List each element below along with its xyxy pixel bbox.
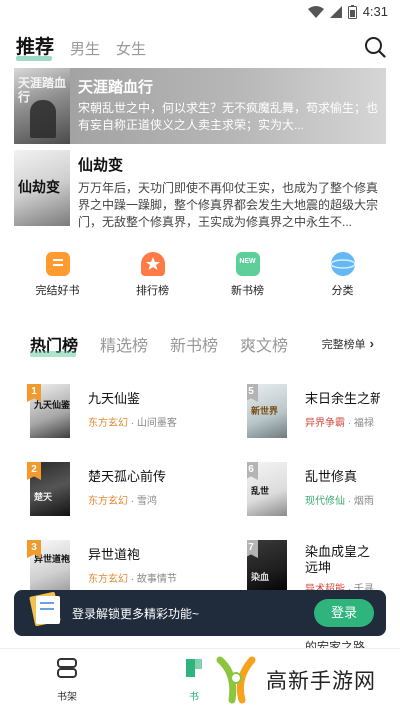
- book-author: 烟雨: [353, 496, 374, 507]
- rank-item-5[interactable]: 新世界 5 末日余生之新 异界争霸 · 福禄: [247, 384, 380, 438]
- bookstore-icon: [186, 659, 202, 677]
- search-icon[interactable]: [364, 36, 386, 58]
- book-stack-icon: [29, 591, 61, 627]
- new-badge-icon: NEW: [235, 252, 260, 276]
- book-genre: 东方玄幻: [88, 496, 128, 507]
- book-genre: 东方玄幻: [88, 418, 128, 429]
- book-title: 染血成皇之远坤: [305, 544, 371, 575]
- tab-male[interactable]: 男生: [70, 38, 100, 59]
- category-planet-icon: [330, 252, 355, 276]
- quick-ranking[interactable]: 排行榜: [118, 252, 188, 298]
- book-title: 异世道袍: [88, 547, 141, 562]
- signal-icon: [329, 5, 342, 18]
- book-cover: 天涯踏血行: [14, 68, 70, 144]
- book-description: 宋朝乱世之中，何以求生？无不疯魔乱舞，苟求偷生；也有妄自称正道侠义之人卖主求荣；…: [78, 101, 379, 132]
- full-list-link[interactable]: 完整榜单 ›: [322, 336, 374, 352]
- featured-book-2[interactable]: 仙劫变 仙劫变 万万年后，天功门即使不再仰仗王实，也成为了整个修真界之中躁一躁脚…: [14, 150, 386, 229]
- book-meta: 现代修仙 · 烟雨: [305, 496, 374, 507]
- tab-recommend[interactable]: 推荐: [16, 32, 54, 61]
- book-meta: 异界争霸 · 福禄: [305, 418, 374, 429]
- quick-label: 完结好书: [35, 285, 80, 297]
- book-meta: 东方玄幻 · 雪鸿: [88, 496, 157, 507]
- quick-label: 分类: [331, 285, 354, 297]
- watermark-text: 高新手游网: [266, 670, 376, 693]
- full-list-label: 完整榜单: [321, 339, 366, 351]
- login-banner: 登录解锁更多精彩功能~ 登录: [14, 590, 386, 636]
- tab-hot-rank[interactable]: 热门榜: [30, 332, 78, 357]
- book-description: 万万年后，天功门即使不再仰仗王实，也成为了整个修真界之中躁一躁脚，整个修真界都会…: [78, 181, 379, 229]
- book-author: 雪鸿: [136, 496, 157, 507]
- cover-title: 仙劫变: [18, 179, 60, 195]
- book-genre: 异界争霸: [305, 418, 345, 429]
- quick-entries: 完结好书 排行榜 NEW 新书榜 分类: [0, 252, 400, 298]
- rank-tabs: 热门榜 精选榜 新书榜 爽文榜: [30, 332, 288, 357]
- book-author: 山间墨客: [136, 418, 177, 429]
- tab-female[interactable]: 女生: [116, 38, 146, 59]
- watermark: 高新手游网: [214, 652, 394, 708]
- wifi-icon: [307, 5, 324, 18]
- nav-bookshelf[interactable]: 书架: [37, 657, 97, 703]
- tab-cool-rank[interactable]: 爽文榜: [240, 332, 288, 356]
- book-title: 九天仙鉴: [88, 391, 141, 406]
- cover-title: 染血: [251, 572, 270, 582]
- cover-title: 乱世: [251, 486, 270, 496]
- watermark-logo-icon: [216, 656, 256, 704]
- rank-item-7[interactable]: 染血 7 染血成皇之远坤 异术超能 · 千寻: [247, 540, 380, 594]
- cover-figure: [30, 100, 56, 138]
- quick-new-books[interactable]: NEW 新书榜: [213, 252, 283, 298]
- book-title: 楚天孤心前传: [88, 469, 167, 484]
- chevron-right-icon: ›: [369, 336, 374, 351]
- status-icons: 4:31: [307, 4, 388, 19]
- book-title: 天涯踏血行: [78, 79, 154, 96]
- top-tabs: 推荐 男生 女生: [16, 32, 146, 61]
- quick-complete-books[interactable]: 完结好书: [23, 252, 93, 298]
- tab-new-rank[interactable]: 新书榜: [170, 332, 218, 356]
- book-title: 仙劫变: [78, 157, 124, 174]
- nav-label: 书架: [57, 692, 77, 703]
- quick-category[interactable]: 分类: [308, 252, 378, 298]
- rank-item-6[interactable]: 乱世 6 乱世修真 现代修仙 · 烟雨: [247, 462, 380, 516]
- status-bar: 4:31: [0, 0, 400, 24]
- book-author: 福禄: [353, 418, 374, 429]
- tab-selected-rank[interactable]: 精选榜: [100, 332, 148, 356]
- book-genre: 东方玄幻: [88, 574, 128, 585]
- login-prompt-text: 登录解锁更多精彩功能~: [72, 607, 200, 621]
- status-time: 4:31: [362, 4, 388, 19]
- cover-title: 新世界: [251, 406, 279, 416]
- cover-title: 楚天: [34, 492, 53, 502]
- book-title: 乱世修真: [305, 469, 358, 484]
- book-author: 故事情节: [136, 574, 177, 585]
- featured-book-1[interactable]: 天涯踏血行 天涯踏血行 宋朝乱世之中，何以求生？无不疯魔乱舞，苟求偷生；也有妄自…: [14, 68, 386, 144]
- book-genre: 现代修仙: [305, 496, 345, 507]
- battery-icon: [347, 4, 357, 19]
- book-meta: 东方玄幻 · 故事情节: [88, 574, 177, 585]
- book-meta: 东方玄幻 · 山间墨客: [88, 418, 177, 429]
- book-complete-icon: [45, 252, 70, 276]
- bookshelf-icon: [57, 658, 77, 678]
- quick-label: 新书榜: [231, 285, 264, 297]
- quick-label: 排行榜: [136, 285, 169, 297]
- login-button[interactable]: 登录: [314, 599, 374, 627]
- rank-item-1[interactable]: 九天仙鉴 1 九天仙鉴 东方玄幻 · 山间墨客: [27, 384, 210, 438]
- book-title: 末日余生之新: [305, 391, 380, 406]
- trophy-icon: [140, 252, 165, 276]
- book-cover: 仙劫变: [14, 150, 70, 226]
- new-badge-text: NEW: [239, 258, 256, 265]
- rank-item-2[interactable]: 楚天 2 楚天孤心前传 东方玄幻 · 雪鸿: [27, 462, 210, 516]
